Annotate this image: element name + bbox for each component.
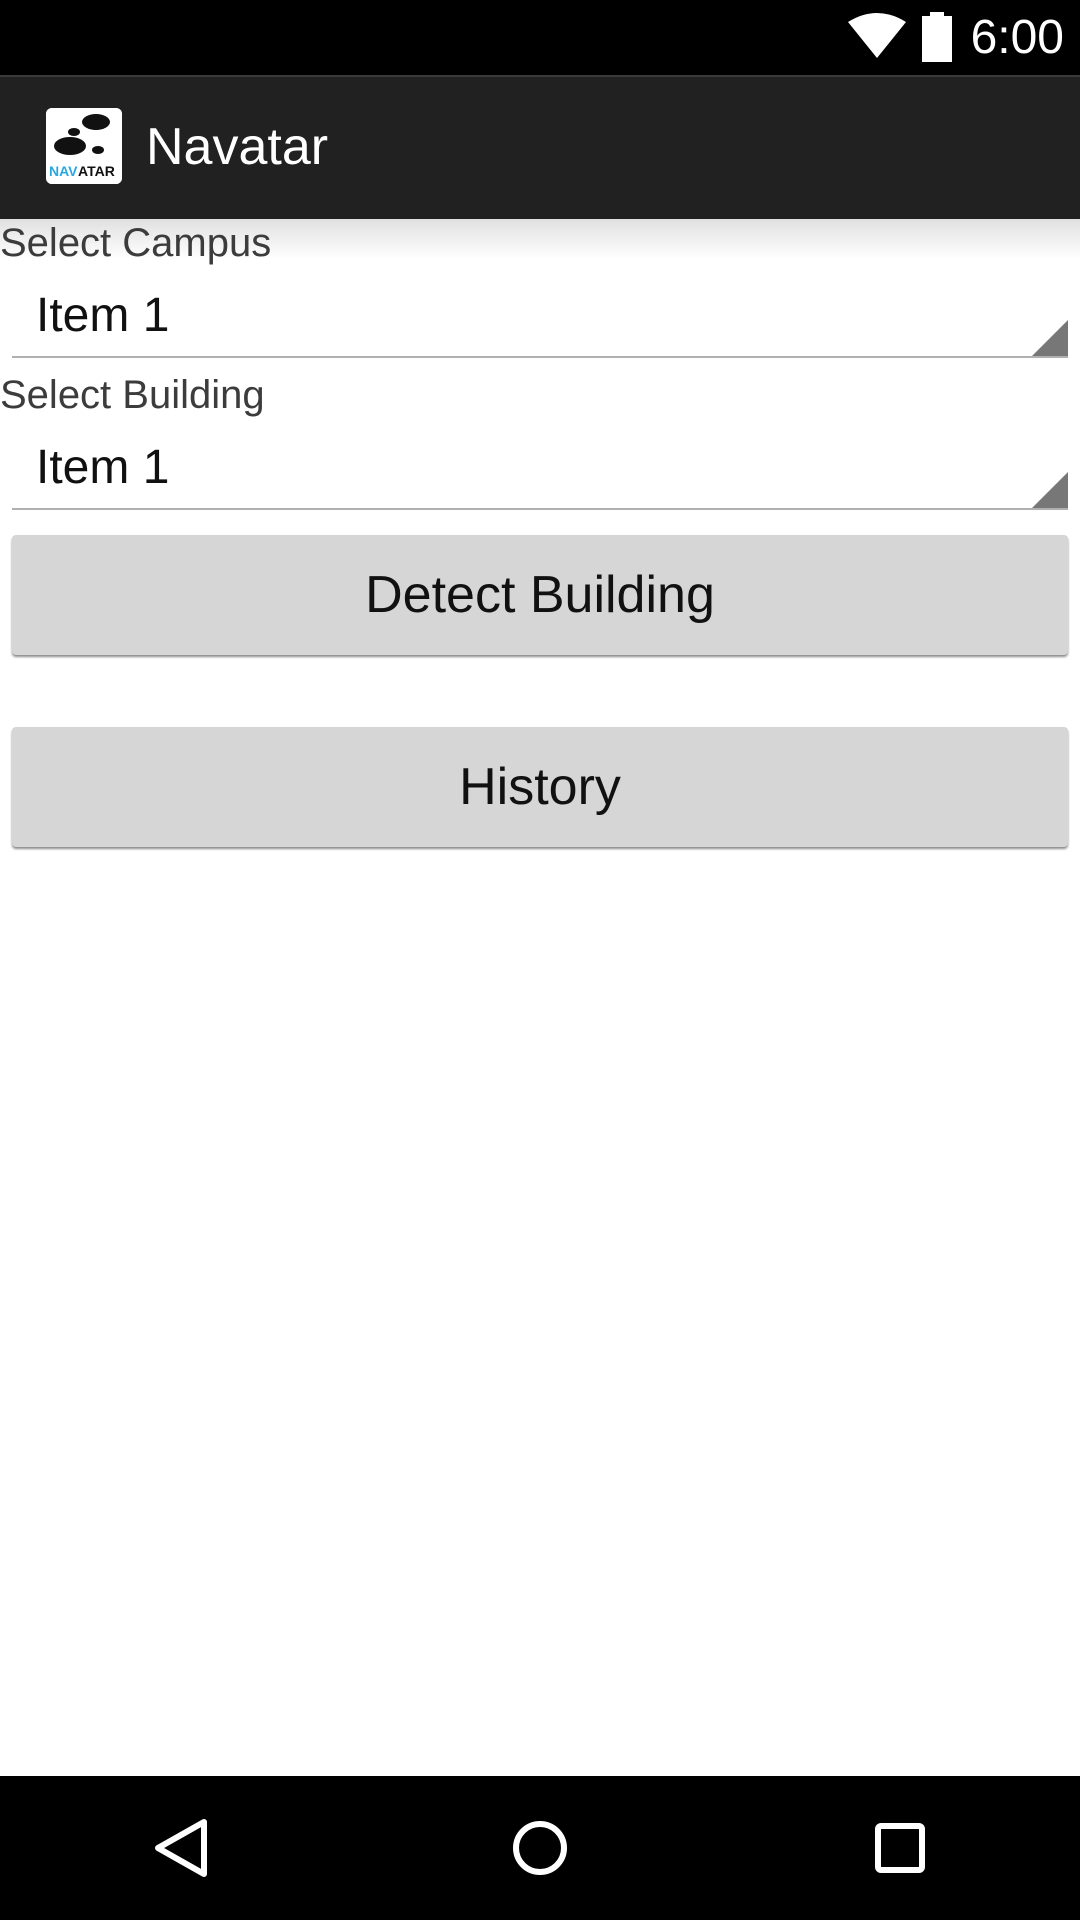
campus-spinner[interactable]: Item 1	[12, 278, 1068, 358]
status-bar: 6:00	[0, 0, 1080, 75]
app-title: Navatar	[146, 118, 329, 176]
building-spinner[interactable]: Item 1	[12, 430, 1068, 510]
home-icon[interactable]	[508, 1816, 572, 1880]
building-spinner-value: Item 1	[36, 441, 170, 494]
svg-text:NAV: NAV	[49, 163, 78, 179]
dropdown-arrow-icon	[1032, 320, 1068, 356]
campus-spinner-value: Item 1	[36, 289, 170, 342]
battery-icon	[922, 12, 952, 62]
wifi-icon	[848, 13, 906, 58]
back-icon[interactable]	[150, 1816, 214, 1880]
footprints-icon: NAV ATAR	[46, 108, 122, 184]
app-logo: NAV ATAR	[46, 108, 122, 184]
building-label: Select Building	[0, 373, 265, 417]
detect-building-button[interactable]: Detect Building	[12, 535, 1068, 655]
svg-text:ATAR: ATAR	[78, 163, 115, 179]
campus-label: Select Campus	[0, 221, 272, 265]
dropdown-arrow-icon	[1032, 472, 1068, 508]
status-time: 6:00	[970, 11, 1064, 64]
history-button[interactable]: History	[12, 727, 1068, 847]
navigation-bar	[0, 1776, 1080, 1920]
action-bar: NAV ATAR Navatar	[0, 75, 1080, 219]
screen: 6:00 NAV ATAR Navatar Select Campus Item…	[0, 0, 1080, 1920]
recents-icon[interactable]	[868, 1816, 932, 1880]
